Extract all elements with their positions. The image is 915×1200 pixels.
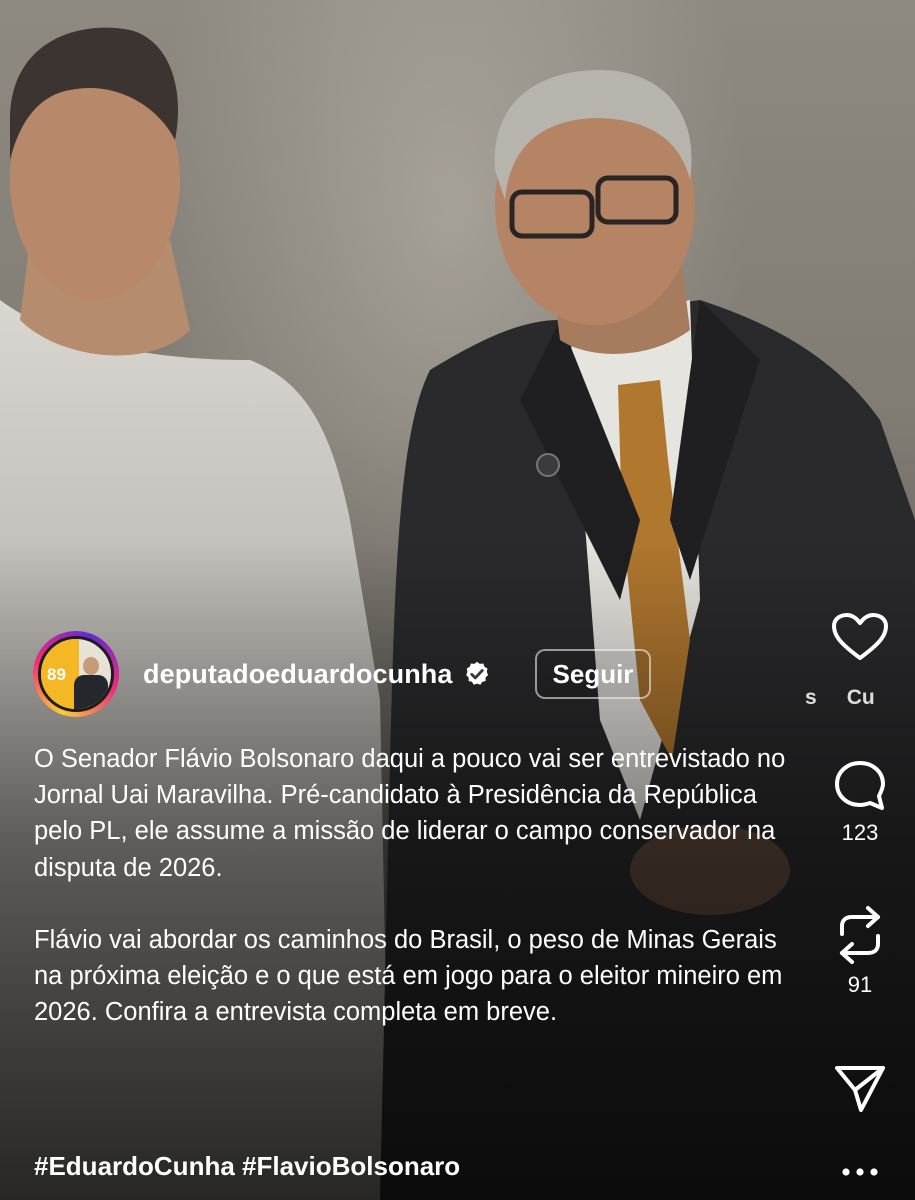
more-icon[interactable]	[840, 1166, 880, 1178]
send-icon[interactable]	[833, 1062, 887, 1116]
comment-count: 123	[841, 820, 879, 845]
like-action[interactable]	[805, 612, 915, 662]
comment-action[interactable]: 123	[805, 758, 915, 846]
username[interactable]: deputadoeduardocunha	[143, 659, 453, 690]
repost-count: 91	[847, 972, 873, 997]
audio-text-2: Cu	[846, 686, 875, 709]
avatar[interactable]: 89	[38, 636, 114, 712]
post-caption[interactable]: O Senador Flávio Bolsonaro daqui a pouco…	[34, 741, 794, 1030]
reel-action-bar: s Cu 123 91	[805, 0, 915, 1200]
caption-paragraph-2: Flávio vai abordar os caminhos do Brasil…	[34, 925, 783, 1027]
repost-action[interactable]: 91	[805, 904, 915, 998]
audio-marquee[interactable]: s Cu	[805, 686, 915, 710]
caption-paragraph-1: O Senador Flávio Bolsonaro daqui a pouco…	[34, 745, 786, 882]
avatar-badge-number: 89	[47, 665, 66, 684]
comment-icon[interactable]	[832, 758, 888, 814]
heart-icon[interactable]	[831, 612, 889, 662]
repost-icon[interactable]	[834, 904, 886, 966]
avatar-person-body	[74, 675, 108, 709]
story-ring[interactable]: 89	[33, 631, 119, 717]
follow-button[interactable]: Seguir	[534, 649, 652, 699]
post-author-row: 89 deputadoeduardocunha Seguir	[33, 631, 652, 717]
more-action[interactable]	[805, 1166, 915, 1178]
audio-text-1: s	[805, 686, 817, 709]
verified-badge-icon	[465, 661, 488, 685]
share-action[interactable]	[805, 1062, 915, 1116]
avatar-person-head	[83, 657, 99, 675]
caption-hashtags[interactable]: #EduardoCunha #FlavioBolsonaro	[34, 1151, 460, 1182]
